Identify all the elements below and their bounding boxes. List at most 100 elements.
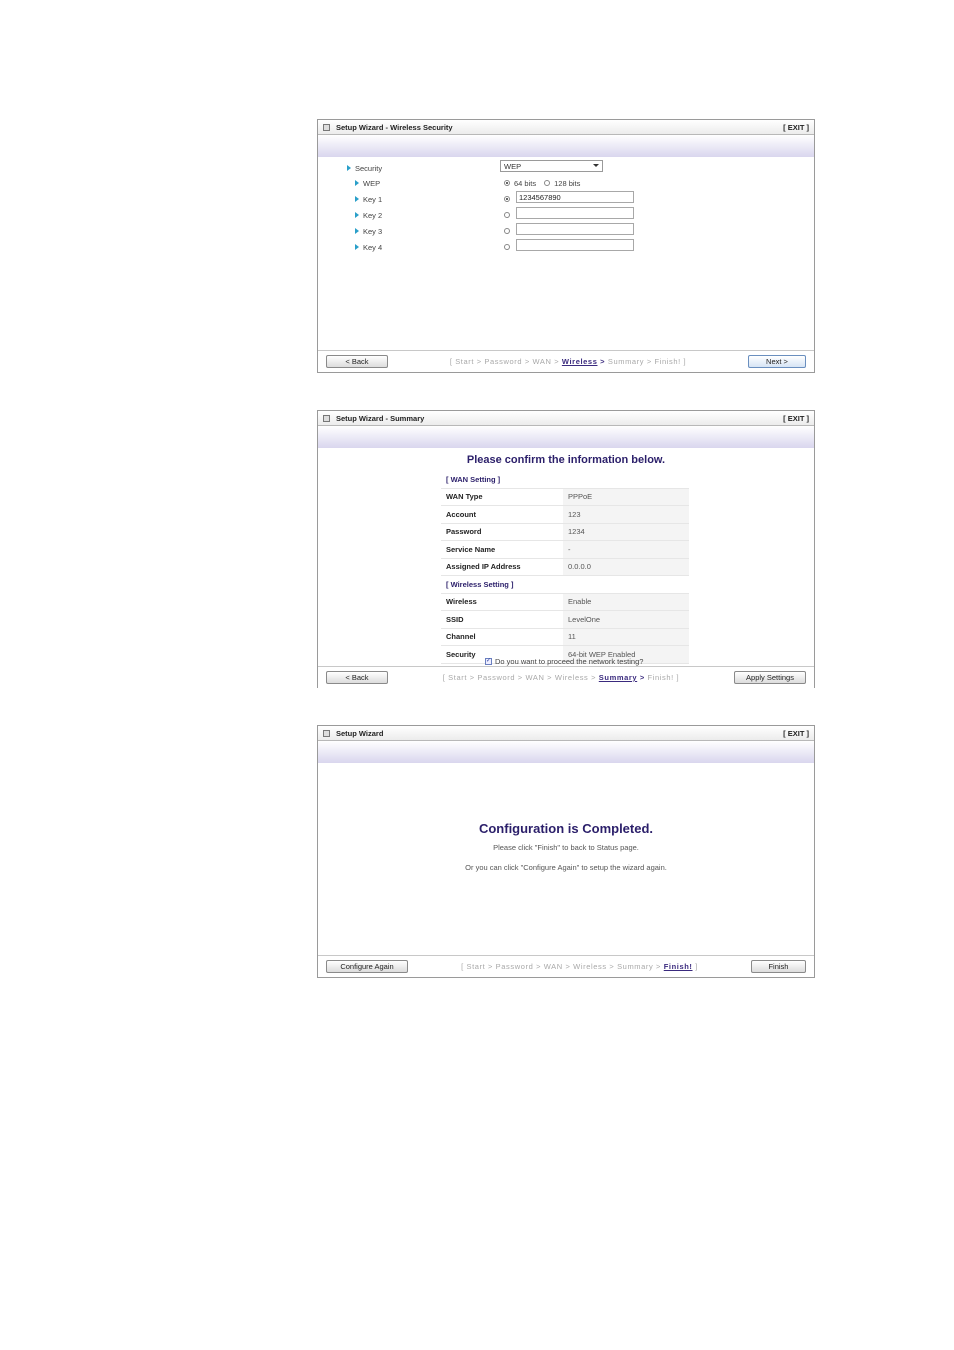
breadcrumb-separator: > <box>474 357 485 366</box>
table-row: SSID LevelOne <box>441 610 689 629</box>
header-band <box>318 426 814 448</box>
breadcrumb-bracket: ] <box>692 962 698 971</box>
section-header: [ WAN Setting ] <box>441 471 689 489</box>
key4-input[interactable] <box>516 239 634 251</box>
row-value: 11 <box>563 628 689 646</box>
row-value: - <box>563 540 689 559</box>
breadcrumb-separator: > <box>637 673 648 682</box>
panel-footer: Configure Again [ Start > Password > WAN… <box>318 955 814 977</box>
breadcrumb-step: WAN <box>525 673 545 682</box>
breadcrumb-separator: > <box>522 357 533 366</box>
summary-table: [ WAN Setting ] WAN Type PPPoE Account 123 Pa… <box>441 471 689 664</box>
breadcrumb-step: Finish! <box>654 357 681 366</box>
finish-instruction: Please click "Finish" to back to Status … <box>493 843 639 852</box>
row-value: 1234 <box>563 523 689 541</box>
exit-link[interactable]: [ EXIT ] <box>783 123 809 132</box>
network-test-checkbox[interactable]: ✓ <box>485 658 492 665</box>
row-key: SSID <box>441 610 563 629</box>
key2-input[interactable] <box>516 207 634 219</box>
panel-footer: < Back [ Start > Password > WAN > Wirele… <box>318 350 814 372</box>
breadcrumb-step: Wireless <box>561 357 598 366</box>
breadcrumb-separator: > <box>467 673 478 682</box>
wep-label: WEP <box>355 176 380 190</box>
arrow-icon <box>355 228 359 234</box>
configure-again-button[interactable]: Configure Again <box>326 960 408 973</box>
breadcrumb-step: Finish! <box>647 673 674 682</box>
key1-input[interactable]: 1234567890 <box>516 191 634 203</box>
row-value: 0.0.0.0 <box>563 558 689 576</box>
breadcrumb-bracket: ] <box>680 357 687 366</box>
back-button[interactable]: < Back <box>326 355 388 368</box>
panel-title: Setup Wizard - Wireless Security <box>336 122 453 132</box>
breadcrumb-separator: > <box>588 673 599 682</box>
back-button[interactable]: < Back <box>326 671 388 684</box>
apply-settings-button[interactable]: Apply Settings <box>734 671 806 684</box>
panel-titlebar: Setup Wizard - Wireless Security [ EXIT … <box>318 120 814 135</box>
arrow-icon <box>355 196 359 202</box>
wep-bits-options: 64 bits 128 bits <box>504 176 580 190</box>
window-icon <box>323 123 330 131</box>
breadcrumb-separator: > <box>606 962 618 971</box>
row-key: Channel <box>441 628 563 646</box>
bits-64-label: 64 bits <box>514 178 537 188</box>
summary-panel: Setup Wizard - Summary [ EXIT ] Please c… <box>317 410 815 688</box>
configure-again-instruction: Or you can click "Configure Again" to se… <box>465 863 667 872</box>
security-select[interactable]: WEP <box>500 160 603 172</box>
row-value: Enable <box>563 593 689 611</box>
panel-title: Setup Wizard - Summary <box>336 413 425 423</box>
next-button[interactable]: Next > <box>748 355 806 368</box>
breadcrumb-step: Summary <box>598 673 638 682</box>
finish-button[interactable]: Finish <box>750 960 806 973</box>
window-icon <box>323 414 330 422</box>
key2-radio[interactable] <box>504 212 510 218</box>
key2-label: Key 2 <box>355 208 382 222</box>
table-row: WAN Type PPPoE <box>441 488 689 506</box>
breadcrumb: [ Start > Password > WAN > Wireless > Su… <box>450 357 686 366</box>
key3-label: Key 3 <box>355 224 382 238</box>
security-label: Security <box>347 161 382 175</box>
breadcrumb-separator: > <box>653 962 664 971</box>
radio-64-bits[interactable] <box>504 180 510 186</box>
exit-link[interactable]: [ EXIT ] <box>783 729 809 738</box>
breadcrumb-separator: > <box>485 962 496 971</box>
key3-input[interactable] <box>516 223 634 235</box>
breadcrumb-step: Wireless <box>573 962 607 971</box>
breadcrumb-step: WAN <box>543 962 563 971</box>
window-icon <box>323 729 330 737</box>
table-row: Password 1234 <box>441 523 689 541</box>
key3-radio[interactable] <box>504 228 510 234</box>
network-test-label: Do you want to proceed the network testi… <box>495 657 644 666</box>
row-key: Wireless <box>441 593 563 611</box>
completed-panel: Setup Wizard [ EXIT ] Configuration is C… <box>317 725 815 978</box>
chevron-down-icon <box>593 164 599 167</box>
row-key: Account <box>441 505 563 524</box>
bits-128-label: 128 bits <box>554 178 581 188</box>
panel-title: Setup Wizard <box>336 728 384 738</box>
table-row: Channel 11 <box>441 628 689 646</box>
key1-radio[interactable] <box>504 196 510 202</box>
breadcrumb-step: Wireless <box>554 673 589 682</box>
row-key: Password <box>441 523 563 541</box>
row-key: WAN Type <box>441 488 563 506</box>
breadcrumb-separator: > <box>597 357 608 366</box>
table-row: Wireless Enable <box>441 593 689 611</box>
exit-link[interactable]: [ EXIT ] <box>783 414 809 423</box>
panel-footer: < Back [ Start > Password > WAN > Wirele… <box>318 666 814 688</box>
radio-128-bits[interactable] <box>544 180 551 186</box>
key4-radio[interactable] <box>504 244 510 250</box>
panel-titlebar: Setup Wizard [ EXIT ] <box>318 726 814 741</box>
breadcrumb-bracket: ] <box>673 673 680 682</box>
breadcrumb-step: Password <box>495 962 534 971</box>
arrow-icon <box>355 244 359 250</box>
row-value: 123 <box>563 505 689 524</box>
row-key: Service Name <box>441 540 563 559</box>
breadcrumb-step: Password <box>477 673 516 682</box>
header-band <box>318 741 814 763</box>
network-test-option: ✓ Do you want to proceed the network tes… <box>485 657 643 666</box>
panel-titlebar: Setup Wizard - Summary [ EXIT ] <box>318 411 814 426</box>
section-header: [ Wireless Setting ] <box>441 575 689 594</box>
breadcrumb-separator: > <box>533 962 544 971</box>
breadcrumb-step: Summary <box>607 357 645 366</box>
key1-label: Key 1 <box>355 192 382 206</box>
table-row: Account 123 <box>441 505 689 524</box>
